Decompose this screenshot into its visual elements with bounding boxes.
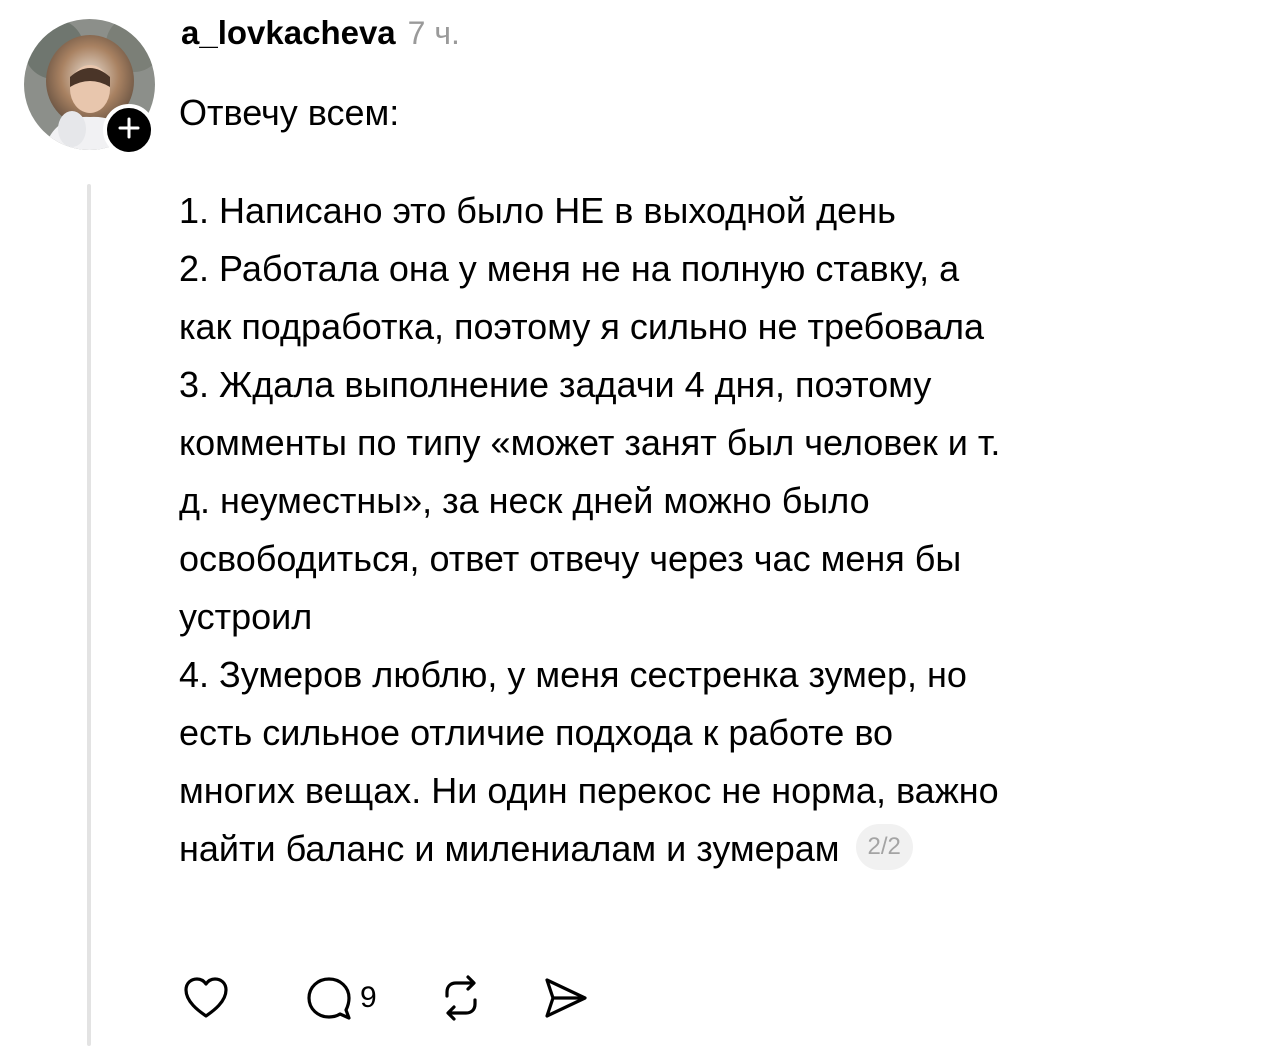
comment-icon (302, 972, 354, 1024)
text-line: есть сильное отличие подхода к работе во (179, 712, 894, 753)
send-icon (539, 972, 591, 1024)
text-line: освободиться, ответ отвечу через час мен… (179, 538, 962, 579)
text-line-content: найти баланс и милениалам и зумерам (179, 828, 840, 869)
post-header: a_lovkacheva 7 ч. (181, 14, 460, 52)
text-line: комменты по типу «может занят был челове… (179, 422, 1001, 463)
action-bar: 9 (180, 970, 591, 1026)
plus-icon (117, 116, 141, 145)
repost-button[interactable] (435, 972, 487, 1024)
text-line: устроил (179, 596, 313, 637)
text-line: 2. Работала она у меня не на полную став… (179, 248, 960, 289)
thread-line (87, 184, 91, 1046)
text-line: как подработка, поэтому я сильно не треб… (179, 306, 985, 347)
text-line: д. неуместны», за неск дней можно было (179, 480, 870, 521)
reply-button[interactable]: 9 (302, 972, 377, 1024)
text-line: 4. Зумеров люблю, у меня сестренка зумер… (179, 654, 967, 695)
text-line-last: найти баланс и милениалам и зумерам 2/2 (179, 820, 1259, 878)
heart-icon (180, 972, 232, 1024)
post-text: Отвечу всем: 1. Написано это было НЕ в в… (179, 84, 1259, 878)
like-button[interactable] (180, 972, 232, 1024)
text-line: Отвечу всем: (179, 92, 400, 133)
text-line: 3. Ждала выполнение задачи 4 дня, поэтом… (179, 364, 932, 405)
share-button[interactable] (539, 972, 591, 1024)
repost-icon (435, 972, 487, 1024)
text-line: многих вещах. Ни один перекос не норма, … (179, 770, 999, 811)
text-line: 1. Написано это было НЕ в выходной день (179, 190, 896, 231)
username[interactable]: a_lovkacheva (181, 14, 396, 51)
follow-button[interactable] (103, 104, 155, 156)
post-time: 7 ч. (407, 15, 460, 51)
reply-count: 9 (360, 981, 377, 1014)
page-indicator-badge: 2/2 (855, 824, 913, 871)
